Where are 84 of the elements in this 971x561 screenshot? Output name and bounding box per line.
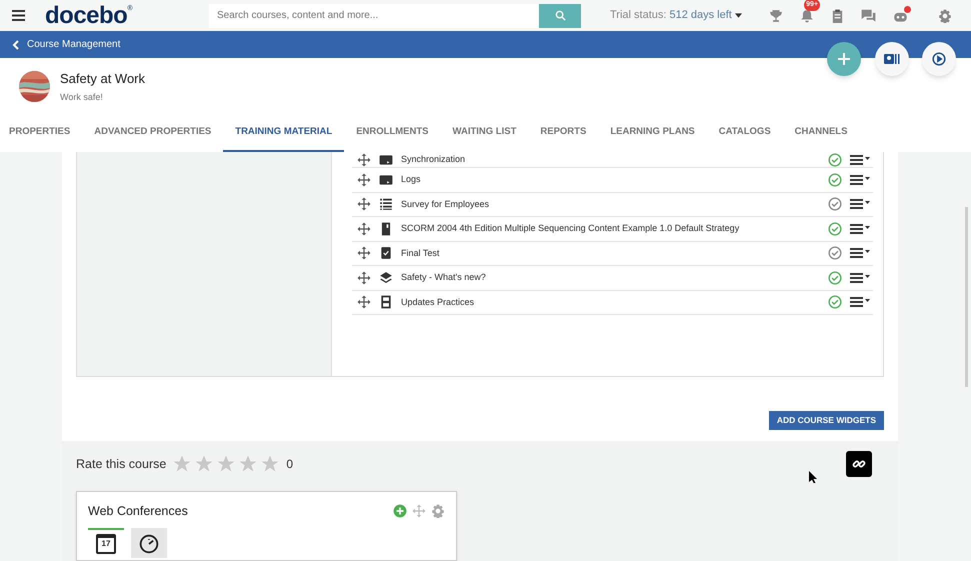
check-circle-icon[interactable] <box>828 295 842 310</box>
menu-icon[interactable] <box>850 222 870 235</box>
material-row[interactable]: Logs <box>352 168 873 192</box>
menu-icon[interactable] <box>850 154 870 166</box>
add-circle-icon[interactable] <box>393 504 407 518</box>
layers-icon <box>379 270 393 285</box>
id-card-icon <box>884 53 900 65</box>
chat-icon[interactable] <box>861 8 876 22</box>
link-button[interactable] <box>846 451 872 477</box>
list-icon <box>379 197 393 212</box>
bell-icon[interactable] <box>800 8 814 22</box>
move-icon[interactable] <box>357 172 371 187</box>
plus-icon <box>838 53 850 65</box>
check-circle-icon[interactable] <box>828 152 842 166</box>
tab[interactable]: PROPERTIES <box>9 115 82 152</box>
material-title[interactable]: SCORM 2004 4th Edition Multiple Sequencing Content Example 1.0 Default Strategy <box>401 222 820 236</box>
material-title[interactable]: Survey for Employees <box>401 198 820 211</box>
material-title[interactable]: Safety - What's new? <box>401 271 820 284</box>
move-icon[interactable] <box>357 197 371 212</box>
breadcrumb-link[interactable]: Course Management <box>27 37 120 52</box>
material-row[interactable]: Final Test <box>352 242 873 266</box>
star-icon[interactable] <box>260 454 280 474</box>
menu-icon[interactable] <box>850 174 870 186</box>
menu-icon[interactable] <box>850 296 870 308</box>
settings-icon[interactable] <box>938 8 952 22</box>
star-icon[interactable] <box>216 454 236 474</box>
move-icon[interactable] <box>357 152 371 166</box>
material-title[interactable]: Updates Practices <box>401 296 820 309</box>
play-circle-icon <box>932 52 946 66</box>
tab[interactable]: CATALOGS <box>706 115 783 152</box>
trial-status-label: Trial status: <box>610 8 666 24</box>
star-icon[interactable] <box>238 454 258 474</box>
cursor-icon <box>809 471 817 483</box>
material-row[interactable]: Updates Practices <box>352 290 873 315</box>
trophy-icon[interactable] <box>769 8 783 22</box>
clock-icon <box>139 534 159 554</box>
menu-icon[interactable] <box>850 272 870 284</box>
move-icon[interactable] <box>357 295 371 310</box>
screen-icon <box>379 172 393 187</box>
material-row[interactable]: Safety - What's new? <box>352 266 873 290</box>
logo[interactable]: docebo <box>45 4 128 28</box>
check-circle-icon[interactable] <box>828 246 842 260</box>
calendar-icon: 17 <box>96 534 116 554</box>
book-icon <box>379 222 393 236</box>
tab[interactable]: ENROLLMENTS <box>344 115 441 152</box>
rating-count: 0 <box>286 456 294 473</box>
back-icon[interactable] <box>12 40 19 50</box>
tab[interactable]: CHANNELS <box>782 115 860 152</box>
course-title: Safety at Work <box>60 70 146 88</box>
widget-title: Web Conferences <box>88 503 188 520</box>
scrollbar[interactable] <box>965 207 968 387</box>
material-title[interactable]: Logs <box>401 173 820 186</box>
film-icon <box>379 295 393 310</box>
material-title[interactable]: Synchronization <box>401 152 820 166</box>
material-row[interactable]: SCORM 2004 4th Edition Multiple Sequencing Content Example 1.0 Default Strategy <box>352 217 873 242</box>
trial-status-value[interactable]: 512 days left <box>669 7 732 24</box>
menu-icon[interactable] <box>850 247 870 260</box>
material-title[interactable]: Final Test <box>401 246 820 260</box>
caret-icon[interactable] <box>734 13 742 18</box>
check-circle-icon[interactable] <box>828 172 842 187</box>
tab[interactable]: REPORTS <box>528 115 598 152</box>
move-icon[interactable] <box>357 246 371 260</box>
move-icon[interactable] <box>357 222 371 236</box>
move-icon[interactable] <box>357 270 371 285</box>
material-row[interactable]: Synchronization <box>352 152 873 168</box>
search-icon <box>554 10 566 21</box>
course-subtitle: Work safe! <box>60 90 104 104</box>
tab[interactable]: ADVANCED PROPERTIES <box>82 115 224 152</box>
clipboard-icon[interactable] <box>831 8 844 22</box>
checklist-icon <box>379 246 393 260</box>
check-circle-icon[interactable] <box>828 197 842 212</box>
star-icon[interactable] <box>172 454 192 474</box>
star-icon[interactable] <box>194 454 214 474</box>
tab[interactable]: LEARNING PLANS <box>598 115 707 152</box>
add-course-widgets-button[interactable]: ADD COURSE WIDGETS <box>768 411 884 430</box>
search-field[interactable]: Search courses, content and more... <box>209 4 539 28</box>
menu-icon[interactable] <box>850 198 870 210</box>
check-circle-icon[interactable] <box>828 270 842 285</box>
rating-label: Rate this course <box>76 456 166 473</box>
widget-tab[interactable] <box>131 528 167 558</box>
check-circle-icon[interactable] <box>828 222 842 236</box>
material-row[interactable]: Survey for Employees <box>352 192 873 217</box>
tab[interactable]: WAITING LIST <box>440 115 528 152</box>
menu-icon[interactable] <box>12 10 25 21</box>
